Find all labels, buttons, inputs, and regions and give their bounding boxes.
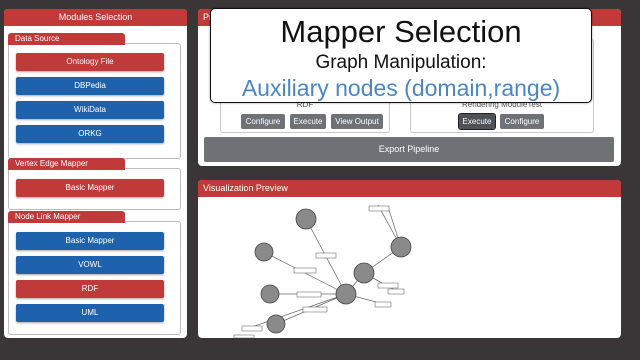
vertex-edge-basic-mapper-button[interactable]: Basic Mapper (16, 179, 164, 197)
rdf-configure-button[interactable]: Configure (241, 114, 285, 129)
node-link-basic-mapper-button[interactable]: Basic Mapper (16, 232, 164, 250)
tutorial-overlay: Mapper Selection Graph Manipulation: Aux… (210, 8, 592, 103)
rdf-button[interactable]: RDF (16, 280, 164, 298)
overlay-title: Mapper Selection (280, 14, 522, 49)
modules-panel-title: Modules Selection (4, 9, 187, 26)
overlay-subtitle: Graph Manipulation: (315, 52, 487, 73)
ontology-file-button[interactable]: Ontology File (16, 53, 164, 71)
graph-canvas[interactable] (198, 197, 621, 338)
vertex-edge-mapper-title: Vertex Edge Mapper (8, 158, 125, 170)
vowl-button[interactable]: VOWL (16, 256, 164, 274)
uml-button[interactable]: UML (16, 304, 164, 322)
data-source-group: Data Source Ontology File DBPedia WikiDa… (8, 33, 181, 159)
export-pipeline-button[interactable]: Export Pipeline (204, 137, 614, 162)
visualization-preview-panel: Visualization Preview (198, 180, 621, 338)
orkg-button[interactable]: ORKG (16, 125, 164, 143)
rdf-execute-button[interactable]: Execute (290, 114, 326, 129)
dbpedia-button[interactable]: DBPedia (16, 77, 164, 95)
graph-nodes (254, 208, 412, 334)
viz-panel-title: Visualization Preview (198, 180, 621, 197)
graph-edge-labels (233, 205, 405, 338)
rdf-view-output-button[interactable]: View Output (331, 114, 383, 129)
node-link-mapper-title: Node Link Mapper (8, 211, 125, 223)
node-link-mapper-group: Node Link Mapper Basic Mapper VOWL RDF U… (8, 211, 181, 335)
data-source-title: Data Source (8, 33, 125, 45)
rendering-configure-button[interactable]: Configure (500, 114, 544, 129)
vertex-edge-mapper-group: Vertex Edge Mapper Basic Mapper (8, 158, 181, 210)
overlay-highlight: Auxiliary nodes (domain,range) (241, 75, 561, 101)
modules-selection-panel: Modules Selection Data Source Ontology F… (4, 9, 187, 338)
wikidata-button[interactable]: WikiData (16, 101, 164, 119)
rendering-execute-button[interactable]: Execute (458, 113, 496, 130)
